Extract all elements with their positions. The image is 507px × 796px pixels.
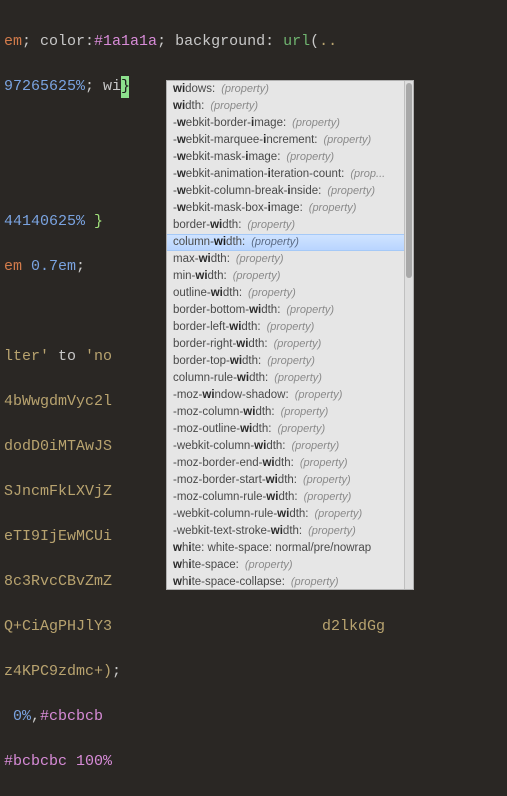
autocomplete-item[interactable]: border-right-width:(property) <box>167 336 413 353</box>
code-line: Q+CiAgPHJlY3d2lkdGg <box>0 616 507 639</box>
autocomplete-item[interactable]: widows:(property) <box>167 81 413 98</box>
autocomplete-item[interactable]: column-width:(property) <box>167 234 413 251</box>
autocomplete-item[interactable]: border-left-width:(property) <box>167 319 413 336</box>
autocomplete-item[interactable]: min-width:(property) <box>167 268 413 285</box>
autocomplete-item[interactable]: -webkit-animation-iteration-count:(prop.… <box>167 166 413 183</box>
autocomplete-item[interactable]: outline-width:(property) <box>167 285 413 302</box>
autocomplete-item[interactable]: -moz-window-shadow:(property) <box>167 387 413 404</box>
cursor: } <box>121 76 129 99</box>
autocomplete-item[interactable]: -moz-border-end-width:(property) <box>167 455 413 472</box>
autocomplete-item[interactable]: -webkit-mask-image:(property) <box>167 149 413 166</box>
autocomplete-item[interactable]: white-space:(property) <box>167 557 413 574</box>
autocomplete-item[interactable]: border-bottom-width:(property) <box>167 302 413 319</box>
autocomplete-item[interactable]: -moz-column-rule-width:(property) <box>167 489 413 506</box>
code-line: z4KPC9zdmc+); <box>0 661 507 684</box>
autocomplete-item[interactable]: width:(property) <box>167 98 413 115</box>
autocomplete-item[interactable]: max-width:(property) <box>167 251 413 268</box>
autocomplete-item[interactable]: -webkit-text-stroke-width:(property) <box>167 523 413 540</box>
autocomplete-item[interactable]: -webkit-column-break-inside:(property) <box>167 183 413 200</box>
autocomplete-item[interactable]: -webkit-border-image:(property) <box>167 115 413 132</box>
autocomplete-item[interactable]: -moz-outline-width:(property) <box>167 421 413 438</box>
autocomplete-item[interactable]: -webkit-column-width:(property) <box>167 438 413 455</box>
scrollbar-thumb[interactable] <box>406 83 412 278</box>
autocomplete-item[interactable]: -moz-border-start-width:(property) <box>167 472 413 489</box>
code-line: 0%,#cbcbcb <box>0 706 507 729</box>
autocomplete-popup[interactable]: widows:(property)width:(property)-webkit… <box>166 80 414 590</box>
autocomplete-item[interactable]: white: white-space: normal/pre/nowrap <box>167 540 413 557</box>
autocomplete-item[interactable]: border-top-width:(property) <box>167 353 413 370</box>
code-line: em; color:#1a1a1a; background: url(.. <box>0 31 507 54</box>
autocomplete-item[interactable]: column-rule-width:(property) <box>167 370 413 387</box>
autocomplete-item[interactable]: border-width:(property) <box>167 217 413 234</box>
autocomplete-item[interactable]: -webkit-column-rule-width:(property) <box>167 506 413 523</box>
code-line: #bcbcbc 100% <box>0 751 507 774</box>
scrollbar-track[interactable] <box>404 81 413 589</box>
autocomplete-item[interactable]: -moz-column-width:(property) <box>167 404 413 421</box>
autocomplete-item[interactable]: -webkit-mask-box-image:(property) <box>167 200 413 217</box>
autocomplete-item[interactable]: -webkit-marquee-increment:(property) <box>167 132 413 149</box>
autocomplete-item[interactable]: white-space-collapse:(property) <box>167 574 413 589</box>
